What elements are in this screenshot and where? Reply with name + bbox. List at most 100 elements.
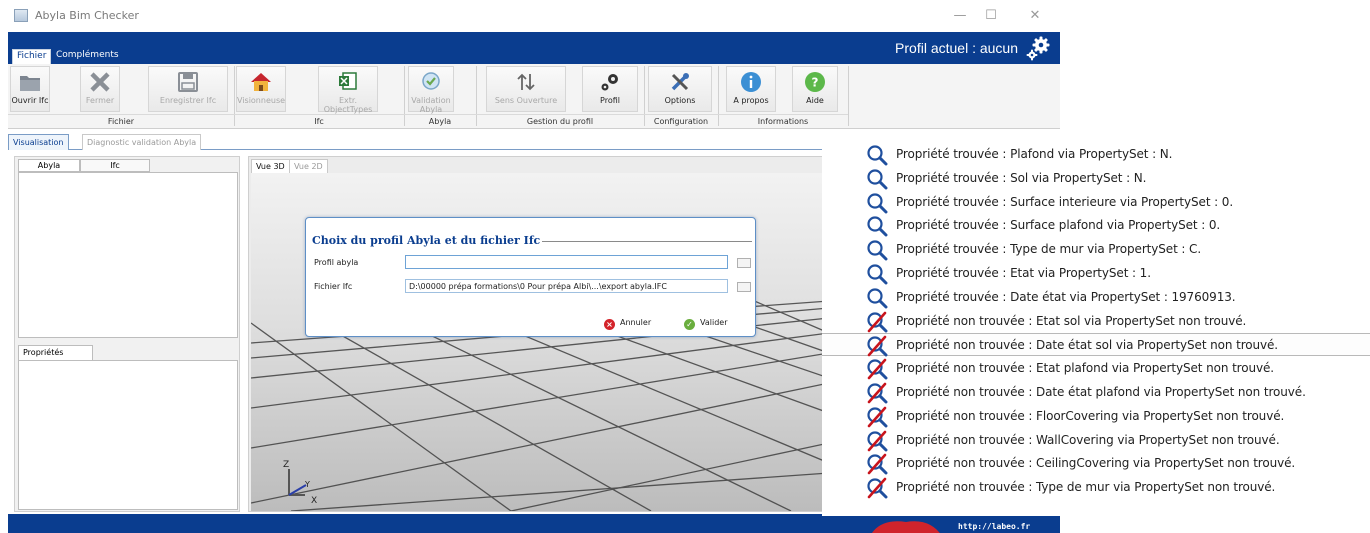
tools-icon: [671, 73, 689, 91]
ribbon-group-gestion-profil: Gestion du profil: [476, 114, 644, 128]
log-row-missing[interactable]: Propriété non trouvée : Type de mur via …: [822, 476, 1370, 499]
cancel-x-icon: ×: [604, 319, 615, 330]
save-disk-icon: [178, 72, 198, 92]
ifc-file-input[interactable]: [405, 279, 728, 293]
log-row-missing[interactable]: Propriété non trouvée : WallCovering via…: [822, 429, 1370, 452]
log-row-text: Propriété trouvée : Date état via Proper…: [896, 289, 1236, 304]
log-row-found[interactable]: Propriété trouvée : Date état via Proper…: [822, 286, 1370, 309]
magnifier-icon: [867, 264, 888, 285]
folder-icon: [20, 76, 40, 91]
extract-objecttypes-button[interactable]: Extr. ObjectTypes: [318, 66, 378, 114]
ifc-file-label: Fichier Ifc: [314, 282, 353, 291]
log-row-text: Propriété non trouvée : FloorCovering vi…: [896, 408, 1285, 423]
validation-abyla-button[interactable]: Validation Abyla: [408, 66, 454, 114]
log-row-missing[interactable]: Propriété non trouvée : Date état sol vi…: [822, 333, 1370, 357]
validation-icon: [422, 72, 440, 90]
dialog-title-rule: [542, 241, 752, 242]
log-row-missing[interactable]: Propriété non trouvée : Date état plafon…: [822, 381, 1370, 404]
magnifier-crossed-icon: [867, 406, 888, 428]
magnifier-crossed-icon: [867, 430, 888, 452]
log-row-text: Propriété non trouvée : Type de mur via …: [896, 480, 1276, 495]
info-icon: [741, 72, 761, 92]
log-row-found[interactable]: Propriété trouvée : Etat via PropertySet…: [822, 262, 1370, 285]
ribbon-group-abyla: Abyla: [404, 114, 476, 128]
close-window-button[interactable]: ✕: [1020, 8, 1050, 26]
tab-abyla[interactable]: Abyla: [18, 159, 80, 172]
log-row-text: Propriété non trouvée : Etat plafond via…: [896, 361, 1274, 376]
maximize-button[interactable]: ☐: [976, 8, 1006, 26]
tab-vue-3d[interactable]: Vue 3D: [251, 159, 290, 173]
axis-y-label: Y: [304, 480, 310, 489]
log-row-found[interactable]: Propriété trouvée : Sol via PropertySet …: [822, 167, 1370, 190]
close-x-icon: [90, 72, 110, 92]
magnifier-icon: [867, 240, 888, 261]
ribbon-group-informations: Informations: [718, 114, 848, 128]
save-ifc-button[interactable]: Enregistrer Ifc: [148, 66, 228, 112]
up-down-arrows-icon: [517, 73, 535, 91]
labeo-logo-icon: [871, 521, 940, 533]
tab-ifc[interactable]: Ifc: [80, 159, 150, 172]
profile-button[interactable]: Profil: [582, 66, 638, 112]
log-row-missing[interactable]: Propriété non trouvée : FloorCovering vi…: [822, 405, 1370, 428]
window-title: Abyla Bim Checker: [35, 9, 139, 22]
tab-vue-2d[interactable]: Vue 2D: [289, 159, 328, 173]
axis-z-label: Z: [283, 460, 289, 470]
labeo-website-link[interactable]: http://labeo.fr: [958, 522, 1030, 531]
properties-pane[interactable]: [18, 360, 238, 510]
magnifier-crossed-icon: [867, 382, 888, 404]
app-icon: [14, 9, 28, 22]
magnifier-icon: [867, 288, 888, 309]
log-row-text: Propriété trouvée : Sol via PropertySet …: [896, 170, 1147, 185]
options-button[interactable]: Options: [648, 66, 712, 112]
log-row-found[interactable]: Propriété trouvée : Surface interieure v…: [822, 191, 1370, 214]
log-row-found[interactable]: Propriété trouvée : Plafond via Property…: [822, 143, 1370, 166]
log-row-missing[interactable]: Propriété non trouvée : CeilingCovering …: [822, 452, 1370, 475]
close-file-button[interactable]: Fermer: [80, 66, 120, 112]
magnifier-crossed-icon: [867, 454, 888, 475]
log-row-missing[interactable]: Propriété non trouvée : Etat plafond via…: [822, 357, 1370, 380]
magnifier-crossed-icon: [867, 311, 888, 333]
help-button[interactable]: ? Aide: [792, 66, 838, 112]
browse-profile-folder-icon[interactable]: [737, 258, 751, 268]
confirm-check-icon: ✓: [684, 319, 695, 330]
magnifier-icon: [867, 145, 888, 166]
magnifier-crossed-icon: [867, 477, 888, 499]
ribbon-group-ifc: Ifc: [234, 114, 404, 128]
log-row-text: Propriété non trouvée : Etat sol via Pro…: [896, 313, 1247, 328]
about-button[interactable]: A propos: [726, 66, 776, 112]
tab-diagnostic-validation[interactable]: Diagnostic validation Abyla: [82, 134, 202, 150]
profile-file-dialog: Choix du profil Abyla et du fichier Ifc …: [305, 217, 756, 337]
log-row-missing[interactable]: Propriété non trouvée : Etat sol via Pro…: [822, 310, 1370, 333]
magnifier-icon: [867, 216, 888, 237]
settings-gears-icon[interactable]: [1024, 34, 1052, 62]
ribbon-group-configuration: Configuration: [644, 114, 718, 128]
log-row-text: Propriété trouvée : Type de mur via Prop…: [896, 242, 1202, 257]
menu-tab-complements[interactable]: Compléments: [52, 49, 123, 64]
log-row-found[interactable]: Propriété trouvée : Type de mur via Prop…: [822, 238, 1370, 261]
browse-ifc-folder-icon[interactable]: [737, 282, 751, 292]
magnifier-icon: [867, 169, 888, 190]
log-row-text: Propriété trouvée : Plafond via Property…: [896, 147, 1173, 161]
tab-visualisation[interactable]: Visualisation: [8, 134, 69, 150]
profile-abyla-input[interactable]: [405, 255, 728, 269]
confirm-button[interactable]: ✓ Valider: [684, 318, 728, 330]
object-tree[interactable]: [18, 172, 238, 338]
log-row-found[interactable]: Propriété trouvée : Surface plafond via …: [822, 214, 1370, 237]
menu-tab-fichier[interactable]: Fichier: [12, 49, 52, 64]
window-titlebar: Abyla Bim Checker — ☐ ✕: [0, 0, 1060, 32]
tab-properties[interactable]: Propriétés: [18, 345, 93, 360]
log-row-text: Propriété non trouvée : Date état plafon…: [896, 385, 1306, 399]
minimize-button[interactable]: —: [945, 8, 975, 26]
gears-icon: [601, 74, 618, 91]
open-ifc-button[interactable]: Ouvrir Ifc: [10, 66, 50, 112]
log-row-text: Propriété trouvée : Surface plafond via …: [896, 218, 1221, 233]
viewer-button[interactable]: Visionneuse: [236, 66, 286, 112]
cancel-button[interactable]: × Annuler: [604, 318, 651, 330]
magnifier-crossed-icon: [867, 336, 888, 357]
opening-direction-button[interactable]: Sens Ouverture: [486, 66, 566, 112]
property-check-log: Propriété trouvée : Plafond via Property…: [822, 142, 1370, 516]
log-row-text: Propriété non trouvée : CeilingCovering …: [896, 456, 1296, 471]
log-row-text: Propriété non trouvée : WallCovering via…: [896, 432, 1280, 447]
ribbon-group-fichier: Fichier: [8, 114, 234, 128]
dialog-title: Choix du profil Abyla et du fichier Ifc: [312, 234, 541, 247]
